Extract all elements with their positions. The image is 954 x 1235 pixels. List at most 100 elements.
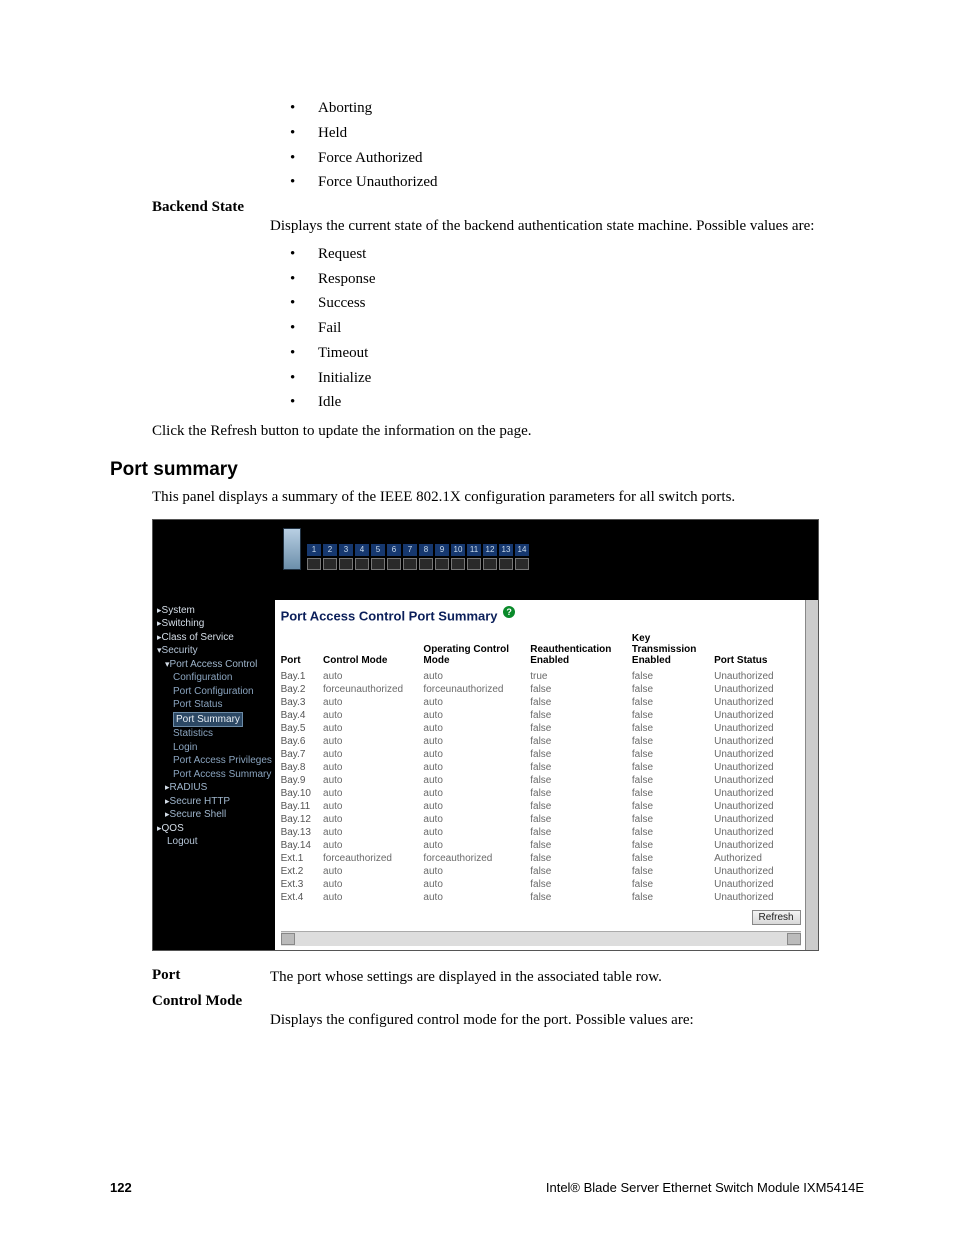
help-icon[interactable]: ? <box>503 606 515 618</box>
table-cell: auto <box>323 891 423 904</box>
sidebar-item-secure-http[interactable]: Secure HTTP <box>157 795 273 809</box>
sidebar-item-radius[interactable]: RADIUS <box>157 781 273 795</box>
port-number-label: 10 <box>451 544 465 556</box>
sidebar-item-qos[interactable]: QOS <box>157 822 273 836</box>
sidebar-item-secure-shell[interactable]: Secure Shell <box>157 808 273 822</box>
scrollbar-right-icon[interactable] <box>787 933 801 945</box>
table-cell: auto <box>423 839 530 852</box>
table-cell: auto <box>323 800 423 813</box>
table-cell: Unauthorized <box>714 865 790 878</box>
sidebar-item-port-access-summary[interactable]: Port Access Summary <box>157 768 273 782</box>
table-cell: false <box>530 722 632 735</box>
scrollbar-left-icon[interactable] <box>281 933 295 945</box>
table-cell: Ext.2 <box>281 865 323 878</box>
table-cell: false <box>530 735 632 748</box>
table-row: Ext.1forceauthorizedforceauthorizedfalse… <box>281 852 791 865</box>
table-cell: auto <box>423 826 530 839</box>
page-footer: 122 Intel® Blade Server Ethernet Switch … <box>110 1180 864 1195</box>
port-status-icon[interactable] <box>355 558 369 570</box>
list-item: Timeout <box>290 341 864 366</box>
table-cell: auto <box>323 787 423 800</box>
table-cell: forceunauthorized <box>423 683 530 696</box>
table-cell: Unauthorized <box>714 878 790 891</box>
port-number-label: 14 <box>515 544 529 556</box>
list-item: Response <box>290 267 864 292</box>
list-item: Initialize <box>290 366 864 391</box>
sidebar-nav[interactable]: System Switching Class of Service Securi… <box>153 600 275 950</box>
port-status-icon[interactable] <box>483 558 497 570</box>
table-row: Bay.3autoautofalsefalseUnauthorized <box>281 696 791 709</box>
table-cell: Authorized <box>714 852 790 865</box>
port-status-icon[interactable] <box>419 558 433 570</box>
panel-title-text: Port Access Control Port Summary <box>281 608 498 623</box>
refresh-button[interactable]: Refresh <box>752 910 801 925</box>
port-status-icon[interactable] <box>307 558 321 570</box>
table-cell: Bay.6 <box>281 735 323 748</box>
def-control-mode-term: Control Mode <box>152 993 864 1010</box>
table-cell: Unauthorized <box>714 891 790 904</box>
port-status-icon[interactable] <box>403 558 417 570</box>
port-status-icon[interactable] <box>451 558 465 570</box>
port-number-label: 6 <box>387 544 401 556</box>
port-status-icon[interactable] <box>499 558 513 570</box>
table-cell: Unauthorized <box>714 696 790 709</box>
table-cell: false <box>530 826 632 839</box>
table-cell: Unauthorized <box>714 826 790 839</box>
table-cell: false <box>530 748 632 761</box>
table-cell: auto <box>323 748 423 761</box>
table-row: Bay.10autoautofalsefalseUnauthorized <box>281 787 791 800</box>
table-cell: Unauthorized <box>714 787 790 800</box>
panel-title: Port Access Control Port Summary ? <box>281 606 801 623</box>
table-cell: Unauthorized <box>714 709 790 722</box>
sidebar-item-port-access-privileges[interactable]: Port Access Privileges <box>157 754 273 768</box>
section-intro: This panel displays a summary of the IEE… <box>152 487 864 509</box>
sidebar-item-logout[interactable]: Logout <box>157 835 273 849</box>
sidebar-item-port-status[interactable]: Port Status <box>157 698 273 712</box>
table-cell: auto <box>323 735 423 748</box>
port-number-label: 11 <box>467 544 481 556</box>
table-row: Bay.12autoautofalsefalseUnauthorized <box>281 813 791 826</box>
table-row: Bay.2forceunauthorizedforceunauthorizedf… <box>281 683 791 696</box>
port-status-icon[interactable] <box>387 558 401 570</box>
sidebar-item-security[interactable]: Security <box>157 644 273 658</box>
table-cell: auto <box>423 696 530 709</box>
port-status-icon[interactable] <box>323 558 337 570</box>
table-cell: false <box>530 839 632 852</box>
port-status-icon[interactable] <box>515 558 529 570</box>
vertical-scrollbar[interactable] <box>805 600 818 950</box>
table-cell: forceunauthorized <box>323 683 423 696</box>
table-cell: Ext.3 <box>281 878 323 891</box>
sidebar-item-class-of-service[interactable]: Class of Service <box>157 631 273 645</box>
table-cell: true <box>530 670 632 683</box>
sidebar-item-port-access-control[interactable]: Port Access Control <box>157 658 273 672</box>
table-row: Bay.5autoautofalsefalseUnauthorized <box>281 722 791 735</box>
section-heading-port-summary: Port summary <box>110 459 864 481</box>
embedded-screenshot: 1234567891011121314 System Switching Cla… <box>152 519 819 951</box>
table-cell: false <box>632 709 714 722</box>
table-row: Ext.3autoautofalsefalseUnauthorized <box>281 878 791 891</box>
port-status-icon[interactable] <box>435 558 449 570</box>
table-cell: false <box>632 774 714 787</box>
sidebar-item-port-summary[interactable]: Port Summary <box>157 712 273 728</box>
table-cell: auto <box>423 774 530 787</box>
port-number-label: 4 <box>355 544 369 556</box>
port-number-label: 8 <box>419 544 433 556</box>
horizontal-scrollbar[interactable] <box>281 931 801 946</box>
sidebar-item-statistics[interactable]: Statistics <box>157 727 273 741</box>
sidebar-item-port-summary-selected[interactable]: Port Summary <box>173 712 243 728</box>
sidebar-item-system[interactable]: System <box>157 604 273 618</box>
port-status-icon[interactable] <box>371 558 385 570</box>
sidebar-item-switching[interactable]: Switching <box>157 617 273 631</box>
port-status-icon[interactable] <box>339 558 353 570</box>
sidebar-item-port-configuration[interactable]: Port Configuration <box>157 685 273 699</box>
table-cell: false <box>632 878 714 891</box>
port-status-icon[interactable] <box>467 558 481 570</box>
backend-state-list: RequestResponseSuccessFailTimeoutInitial… <box>110 242 864 415</box>
table-cell: auto <box>323 813 423 826</box>
sidebar-item-login[interactable]: Login <box>157 741 273 755</box>
table-row: Bay.7autoautofalsefalseUnauthorized <box>281 748 791 761</box>
port-number-label: 13 <box>499 544 513 556</box>
table-cell: Bay.4 <box>281 709 323 722</box>
sidebar-item-configuration[interactable]: Configuration <box>157 671 273 685</box>
table-cell: Unauthorized <box>714 683 790 696</box>
